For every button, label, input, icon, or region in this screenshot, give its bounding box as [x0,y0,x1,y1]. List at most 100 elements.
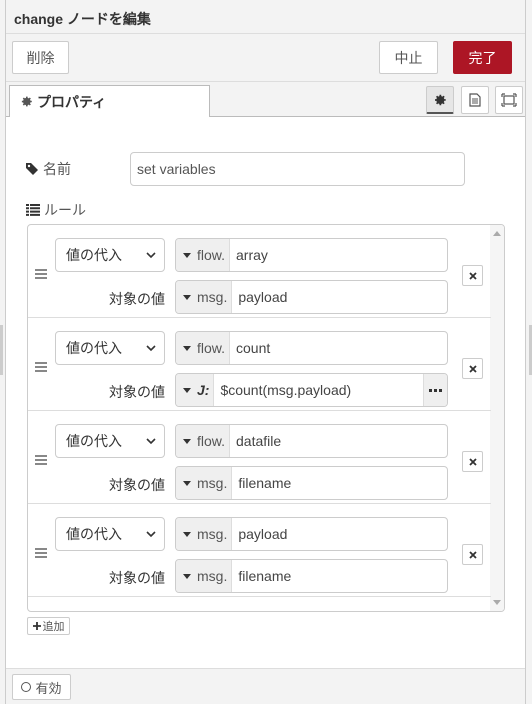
rules-label-text: ルール [44,202,86,218]
expression-editor-button[interactable] [423,374,447,406]
tab-settings-button[interactable] [426,86,454,114]
caret-down-icon [183,438,191,444]
value-type-button[interactable]: msg. [176,560,233,592]
target-type-button[interactable]: flow. [176,239,231,271]
grip-icon[interactable] [35,548,47,560]
value-type-prefix: msg. [197,568,228,584]
enable-toggle-button[interactable]: 有効 [12,674,71,700]
rule-action-select[interactable]: 値の代入 [55,424,165,458]
value-value: payload [238,289,288,305]
delete-rule-button[interactable] [462,265,483,286]
rule-value-input[interactable]: msg. filename [175,559,448,593]
appearance-icon [501,93,517,107]
rule-action-select[interactable]: 値の代入 [55,238,165,272]
tab-properties[interactable]: プロパティ [9,85,210,118]
rule-value-input[interactable]: msg. filename [175,466,448,500]
grip-icon[interactable] [35,455,47,467]
tab-properties-label: プロパティ [37,93,107,110]
ellipsis-icon [429,388,432,392]
target-type-button[interactable]: msg. [176,518,233,550]
add-rule-label: 追加 [42,621,65,633]
value-label: 対象の値 [109,291,165,307]
target-type-prefix: flow. [197,340,226,356]
target-type-button[interactable]: flow. [176,425,231,457]
rule-action-value: 値の代入 [66,433,122,449]
tab-description-button[interactable] [461,86,489,114]
chevron-down-icon [146,438,156,445]
caret-down-icon [183,252,191,258]
value-type-button[interactable]: msg. [176,281,233,313]
gear-icon [435,94,446,105]
rule-row: 値の代入 flow. count 対象の値 J: $count(msg.payl… [28,318,491,411]
chevron-down-icon [146,531,156,538]
scroll-down-arrow[interactable] [493,600,501,605]
close-icon [468,550,477,559]
name-label: 名前 [26,159,71,179]
done-button[interactable]: 完了 [453,41,512,74]
rule-target-input[interactable]: flow. datafile [175,424,448,458]
rule-action-value: 値の代入 [66,247,122,263]
name-label-text: 名前 [43,161,71,177]
delete-rule-button[interactable] [462,358,483,379]
caret-down-icon [183,573,191,579]
delete-button[interactable]: 削除 [12,41,69,74]
target-value: array [236,247,268,263]
target-type-prefix: flow. [197,433,226,449]
rule-target-input[interactable]: flow. count [175,331,448,365]
tray-title: change ノードを編集 [14,11,151,27]
caret-down-icon [183,294,191,300]
value-label: 対象の値 [109,570,165,586]
caret-down-icon [183,387,191,393]
grip-icon[interactable] [35,362,47,374]
delete-rule-button[interactable] [462,544,483,565]
value-value: filename [238,568,292,584]
value-value: $count(msg.payload) [220,382,352,398]
properties-panel: 名前 ルール 値の代入 flow. array [6,117,525,668]
target-type-button[interactable]: flow. [176,332,231,364]
close-icon [468,364,477,373]
target-type-prefix: flow. [197,247,226,263]
caret-down-icon [183,480,191,486]
edit-tray: change ノードを編集 削除 中止 完了 プロパティ 名前 ルール [5,0,526,704]
rule-action-value: 値の代入 [66,526,122,542]
rules-label: ルール [26,200,86,220]
left-resize-handle[interactable] [0,325,3,375]
rule-row: 値の代入 flow. array 対象の値 msg. payload [28,225,491,318]
tab-appearance-button[interactable] [495,86,523,114]
value-type-button[interactable]: msg. [176,467,233,499]
rule-target-input[interactable]: flow. array [175,238,448,272]
circle-icon [21,682,32,692]
value-type-button[interactable]: J: [176,374,215,406]
rule-action-select[interactable]: 値の代入 [55,517,165,551]
rule-action-select[interactable]: 値の代入 [55,331,165,365]
target-value: payload [238,526,288,542]
target-value: datafile [236,433,282,449]
jsonata-icon: J: [197,382,210,398]
rule-value-input[interactable]: J: $count(msg.payload) [175,373,448,407]
close-icon [468,457,477,466]
close-icon [468,271,477,280]
name-input[interactable] [130,152,465,186]
rule-value-input[interactable]: msg. payload [175,280,448,314]
add-rule-button[interactable]: 追加 [27,617,70,635]
tray-header: change ノードを編集 [6,0,525,34]
value-label: 対象の値 [109,384,165,400]
rule-target-input[interactable]: msg. payload [175,517,448,551]
tag-icon [26,163,38,175]
cancel-button[interactable]: 中止 [379,41,438,74]
target-value: count [236,340,271,356]
delete-rule-button[interactable] [462,451,483,472]
description-icon [469,93,481,107]
rule-row: 値の代入 msg. payload 対象の値 msg. filename [28,504,491,597]
chevron-down-icon [146,345,156,352]
grip-icon[interactable] [35,269,47,281]
scroll-up-arrow[interactable] [493,231,501,236]
value-label: 対象の値 [109,477,165,493]
value-type-prefix: msg. [197,475,228,491]
rule-action-value: 値の代入 [66,340,122,356]
rules-scrollbar[interactable] [490,225,504,611]
rules-list: 値の代入 flow. array 対象の値 msg. payload 値の代入 … [27,224,505,612]
tray-footer: 有効 [6,668,525,704]
list-icon [26,204,40,216]
tab-bar: プロパティ [6,82,525,118]
